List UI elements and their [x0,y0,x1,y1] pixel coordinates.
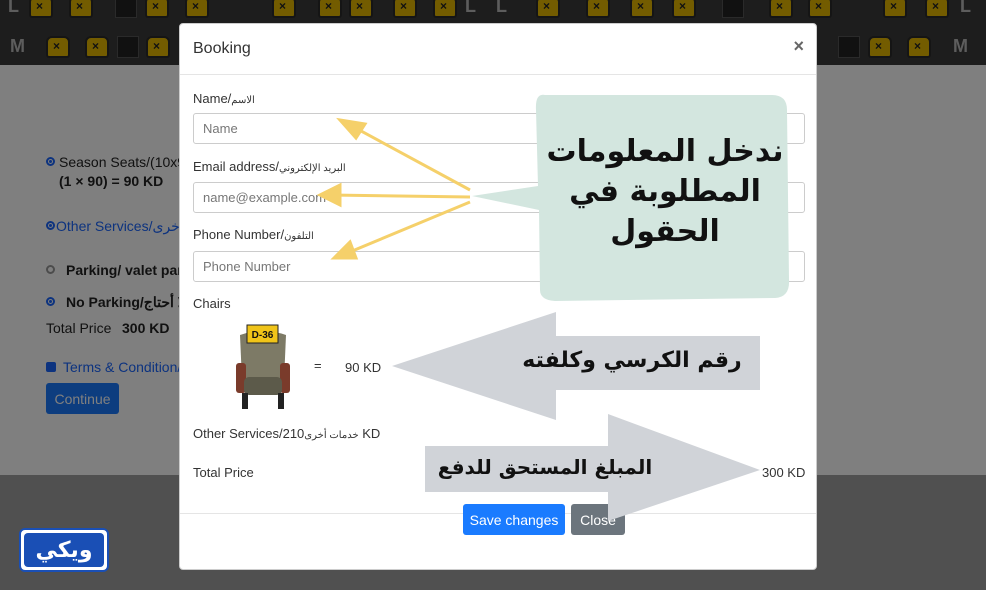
chairs-label: Chairs [193,296,231,311]
total-price-value: 300 KD [762,465,806,480]
logo-text: ويكي [24,533,104,567]
other-services-label-ar: خدمات أخرى [304,430,359,441]
fields-callout-text: ندخل المعلومات المطلوبة في الحقول [545,132,785,252]
other-services-label: Other Services/خدمات أخرى210 KD [193,426,380,441]
close-button[interactable]: Close [571,504,625,535]
chair-icon: D-36 [236,324,290,409]
save-changes-button[interactable]: Save changes [463,504,565,535]
phone-input[interactable] [193,251,805,282]
booking-modal: Booking × Name/الاسم Email address/البري… [179,23,817,570]
phone-label: Phone Number/التلفون [193,227,314,242]
email-label: Email address/البريد الإلكتروني [193,159,346,174]
name-label-ar: الاسم [231,95,255,106]
chair-callout-text: رقم الكرسي وكلفته [522,348,742,373]
phone-label-ar: التلفون [284,231,314,242]
email-label-ar: البريد الإلكتروني [278,163,346,174]
close-icon[interactable]: × [793,36,804,57]
name-label: Name/الاسم [193,91,255,106]
total-callout-text: المبلغ المستحق للدفع [437,455,653,479]
chair-price: 90 KD [345,360,382,375]
name-label-text: Name/ [193,91,232,106]
site-logo: ويكي [19,528,109,572]
total-price-label: Total Price [193,465,254,480]
modal-title: Booking [193,40,251,57]
chair-code: D-36 [252,330,274,341]
phone-label-text: Phone Number/ [193,227,285,242]
equals-sign: = [314,358,322,373]
fields-callout-line2: المطلوبة في [569,174,761,209]
modal-header: Booking × [180,24,816,75]
email-label-text: Email address/ [193,159,279,174]
fields-callout-line1: ندخل المعلومات [546,134,784,169]
fields-callout-line3: الحقول [610,214,720,249]
other-services-label-text: Other Services/ [193,426,283,441]
